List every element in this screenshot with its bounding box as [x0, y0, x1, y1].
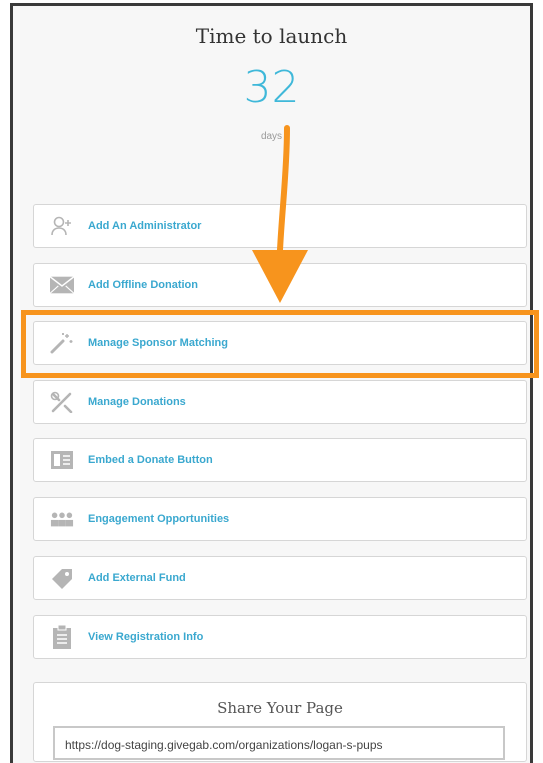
- group-icon: [50, 507, 74, 531]
- menu-item-label: Manage Donations: [88, 396, 186, 408]
- add-administrator-button[interactable]: Add An Administrator: [33, 204, 527, 248]
- menu-item-label: Embed a Donate Button: [88, 454, 213, 466]
- clipboard-icon: [50, 625, 74, 649]
- menu-item-label: Add Offline Donation: [88, 279, 198, 291]
- share-url-field[interactable]: https://dog-staging.givegab.com/organiza…: [53, 726, 505, 760]
- embed-icon: [50, 448, 74, 472]
- menu-item-label: Add External Fund: [88, 572, 186, 584]
- add-external-fund-button[interactable]: Add External Fund: [33, 556, 527, 600]
- highlight-box: [21, 310, 539, 378]
- envelope-icon: [50, 273, 74, 297]
- tag-icon: [50, 566, 74, 590]
- countdown-value: 32: [243, 62, 300, 113]
- add-offline-donation-button[interactable]: Add Offline Donation: [33, 263, 527, 307]
- manage-donations-button[interactable]: Manage Donations: [33, 380, 527, 424]
- engagement-opportunities-button[interactable]: Engagement Opportunities: [33, 497, 527, 541]
- countdown-unit: days: [260, 131, 283, 142]
- menu-item-label: Engagement Opportunities: [88, 513, 230, 525]
- page-title: Time to launch: [195, 24, 348, 48]
- add-user-icon: [50, 214, 74, 238]
- menu-item-label: Add An Administrator: [88, 220, 202, 232]
- share-title: Share Your Page: [217, 699, 343, 717]
- view-registration-info-button[interactable]: View Registration Info: [33, 615, 527, 659]
- menu-item-label: View Registration Info: [88, 631, 204, 643]
- share-section: Share Your Page https://dog-staging.give…: [33, 682, 527, 762]
- tools-icon: [50, 390, 74, 414]
- embed-donate-button[interactable]: Embed a Donate Button: [33, 438, 527, 482]
